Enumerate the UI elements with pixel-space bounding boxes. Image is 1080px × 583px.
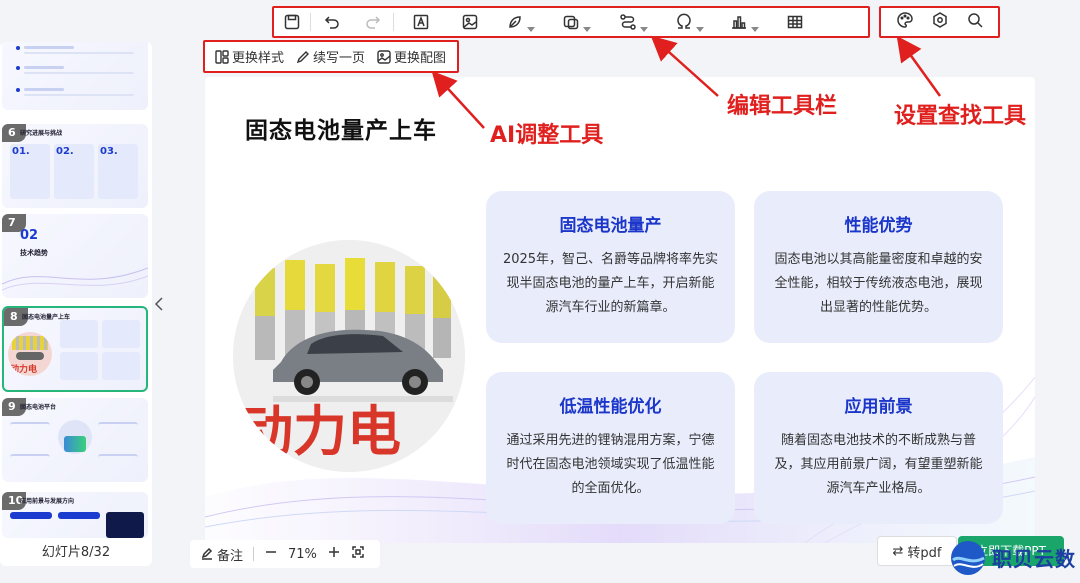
feature-title: 低温性能优化 [559, 397, 662, 417]
feature-card[interactable]: 应用前景 随着固态电池技术的不断成熟与普及，其应用前景广阔，有望重塑新能源汽车产… [754, 372, 1003, 524]
change-image-label: 更换配图 [394, 51, 447, 66]
change-style-label: 更换样式 [232, 51, 285, 66]
image-icon [377, 49, 391, 64]
feature-body: 随着固态电池技术的不断成熟与普及，其应用前景广阔，有望重塑新能源汽车产业格局。 [774, 433, 983, 496]
redo-icon[interactable] [353, 8, 393, 36]
slide-thumbnail[interactable]: 7 02 技术趋势 [2, 214, 148, 298]
feature-body: 2025年，智己、名爵等品牌将率先实现半固态电池的量产上车，开启新能源汽车行业的… [502, 252, 719, 315]
convert-pdf-button[interactable]: ⇄ 转pdf [877, 536, 957, 566]
slide-thumbnail[interactable]: 10 应用前景与发展方向 [2, 492, 148, 538]
change-image-button[interactable]: 更换配图 [377, 47, 446, 66]
annotation-ai-tools: AI调整工具 [490, 123, 604, 148]
chevron-down-icon [582, 18, 591, 32]
settings-toolbar [879, 6, 1000, 38]
zoom-in-icon[interactable] [327, 545, 341, 563]
notes-button[interactable]: 备注 [200, 545, 243, 564]
feature-title: 性能优势 [844, 216, 913, 236]
settings-icon[interactable] [931, 11, 949, 33]
slide-thumbnail[interactable]: 6 研究进展与挑战 01. 02. 03. [2, 124, 148, 208]
slide-canvas[interactable]: 固态电池量产上车 动力电 固态电池量产 2025年，智己、名爵等品牌将率先实现半… [205, 77, 1035, 543]
photo-illustration: 动力电 [233, 240, 465, 472]
annotation-settings-search: 设置查找工具 [894, 104, 1027, 129]
edit-icon [201, 547, 213, 560]
change-style-button[interactable]: 更换样式 [215, 47, 284, 66]
zoom-out-icon[interactable] [264, 545, 278, 563]
convert-pdf-label: 转pdf [907, 545, 942, 561]
feature-title: 固态电池量产 [559, 216, 662, 236]
watermark-text: 职贝云数 [992, 547, 1076, 571]
shape-icon[interactable] [492, 8, 548, 36]
pen-icon [296, 50, 310, 63]
slide-thumbnail[interactable] [2, 42, 148, 110]
thumb-photo: 动力电 [8, 332, 52, 376]
slide-thumbnail[interactable]: 9 固态电池平台 [2, 398, 148, 482]
save-icon[interactable] [274, 8, 310, 36]
thumb-label: 02. [56, 146, 74, 157]
palette-icon[interactable] [896, 11, 914, 33]
slide-thumb-title: 固态电池平台 [20, 404, 57, 411]
chevron-down-icon [526, 18, 535, 32]
search-icon[interactable] [966, 11, 984, 33]
layout-icon[interactable] [548, 8, 604, 36]
slide-thumb-title: 研究进展与挑战 [20, 130, 63, 137]
flow-icon[interactable] [604, 8, 662, 36]
layout-grid-icon [215, 49, 229, 64]
table-icon[interactable] [772, 8, 818, 36]
symbol-icon[interactable] [662, 8, 716, 36]
chart-icon[interactable] [716, 8, 772, 36]
feature-card[interactable]: 低温性能优化 通过采用先进的锂钠混用方案，宁德时代在固态电池领域实现了低温性能的… [486, 372, 735, 524]
chevron-down-icon [750, 18, 759, 32]
thumb-label: 03. [100, 146, 118, 157]
chevron-down-icon [695, 18, 704, 32]
text-box-icon[interactable] [394, 8, 448, 36]
chevron-down-icon [639, 18, 648, 32]
zoom-level: 71% [288, 546, 317, 562]
feature-title: 应用前景 [844, 397, 913, 417]
notes-label: 备注 [217, 548, 244, 564]
feature-body: 通过采用先进的锂钠混用方案，宁德时代在固态电池领域实现了低温性能的全面优化。 [506, 433, 715, 496]
thumb-label: 01. [12, 146, 30, 157]
undo-icon[interactable] [311, 8, 353, 36]
ai-toolbar: 更换样式 续写一页 更换配图 [203, 40, 459, 73]
slide-sidebar: 6 研究进展与挑战 01. 02. 03. 7 02 技术趋势 8 固态电池量产… [0, 42, 152, 566]
zoom-bar: 备注 71% [190, 540, 380, 568]
slide-thumbnail-active[interactable]: 8 固态电池量产上车 动力电 [2, 306, 148, 392]
swap-icon: ⇄ [892, 543, 904, 559]
edit-toolbar [272, 6, 870, 38]
slide-counter: 幻灯片8/32 [41, 545, 111, 560]
feature-card[interactable]: 固态电池量产 2025年，智己、名爵等品牌将率先实现半固态电池的量产上车，开启新… [486, 191, 735, 343]
battery-car-photo[interactable]: 动力电 [233, 240, 465, 472]
slide-title[interactable]: 固态电池量产上车 [245, 111, 437, 145]
annotation-edit-toolbar: 编辑工具栏 [727, 94, 838, 119]
continue-page-button[interactable]: 续写一页 [296, 47, 365, 66]
collapse-sidebar-icon[interactable] [154, 296, 164, 312]
continue-page-label: 续写一页 [313, 51, 366, 66]
thumb-label: 02 [20, 228, 39, 243]
wave-decoration [2, 267, 148, 291]
fit-screen-icon[interactable] [351, 545, 365, 563]
divider [253, 547, 255, 561]
feature-card[interactable]: 性能优势 固态电池以其高能量密度和卓越的安全性能，相较于传统液态电池，展现出显著… [754, 191, 1003, 343]
slide-thumb-title: 应用前景与发展方向 [20, 498, 75, 505]
image-icon[interactable] [448, 8, 492, 36]
feature-body: 固态电池以其高能量密度和卓越的安全性能，相较于传统液态电池，展现出显著的性能优势… [774, 252, 983, 315]
